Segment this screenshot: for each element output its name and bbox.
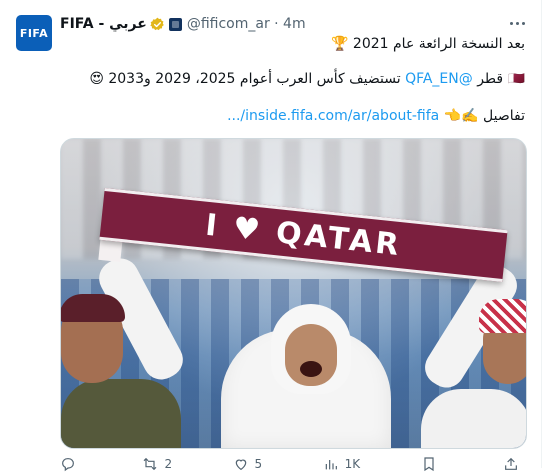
avatar-text: FIFA (19, 26, 49, 40)
views-button[interactable]: 1K (323, 456, 361, 472)
like-count: 5 (254, 457, 263, 471)
tweet-text-line-2: 🇶🇦 قطر @QFA_EN تستضيف كأس العرب أعوام 20… (89, 71, 525, 87)
retweet-button[interactable]: 2 (142, 456, 172, 472)
tweet[interactable]: FIFA FIFA - عربي @fificom_ar · 4m بعد ال… (0, 0, 542, 472)
fan-center-mouth (300, 361, 322, 377)
share-icon (505, 457, 517, 470)
views-icon (325, 460, 337, 470)
org-badge-icon (168, 17, 182, 31)
reply-icon (62, 458, 74, 472)
more-icon (509, 21, 513, 25)
like-icon (235, 459, 246, 471)
fan-left-body (61, 379, 181, 448)
bookmark-icon (423, 457, 434, 472)
tweet-header: FIFA - عربي @fificom_ar · 4m (60, 14, 306, 34)
tweet-text-line-3: تفاصيل ✍️👈 inside.fifa.com/ar/about-fifa… (227, 108, 525, 124)
views-count: 1K (344, 457, 361, 471)
verified-badge-icon (150, 17, 164, 30)
line3-prefix: تفاصيل ✍️👈 (439, 108, 525, 124)
author-name[interactable]: FIFA - عربي (60, 16, 147, 32)
retweet-count: 2 (164, 457, 173, 471)
like-button[interactable]: 5 (233, 456, 263, 472)
reply-button[interactable] (60, 456, 82, 472)
mention-link[interactable]: @QFA_EN (405, 71, 473, 87)
tweet-photo[interactable]: I ♥ QATAR (60, 138, 527, 449)
more-options-button[interactable] (506, 12, 528, 34)
share-button[interactable] (503, 456, 525, 472)
avatar[interactable]: FIFA (16, 15, 52, 51)
bookmark-button[interactable] (421, 456, 443, 472)
external-link[interactable]: inside.fifa.com/ar/about-fifa/... (227, 108, 439, 124)
handle-and-time[interactable]: @fificom_ar · 4m (187, 16, 306, 32)
fan-right-ghutra (479, 299, 526, 333)
tweet-text-line-1: بعد النسخة الرائعة عام 2021 🏆 (331, 36, 525, 52)
fan-left-cap (61, 294, 125, 322)
fan-right-body (421, 389, 526, 448)
line2-prefix: 🇶🇦 قطر (472, 71, 525, 87)
retweet-icon (144, 457, 157, 471)
line2-suffix: تستضيف كأس العرب أعوام 2025، 2029 و2033 … (89, 71, 406, 87)
tweet-actions: 2 5 1K (60, 455, 525, 473)
